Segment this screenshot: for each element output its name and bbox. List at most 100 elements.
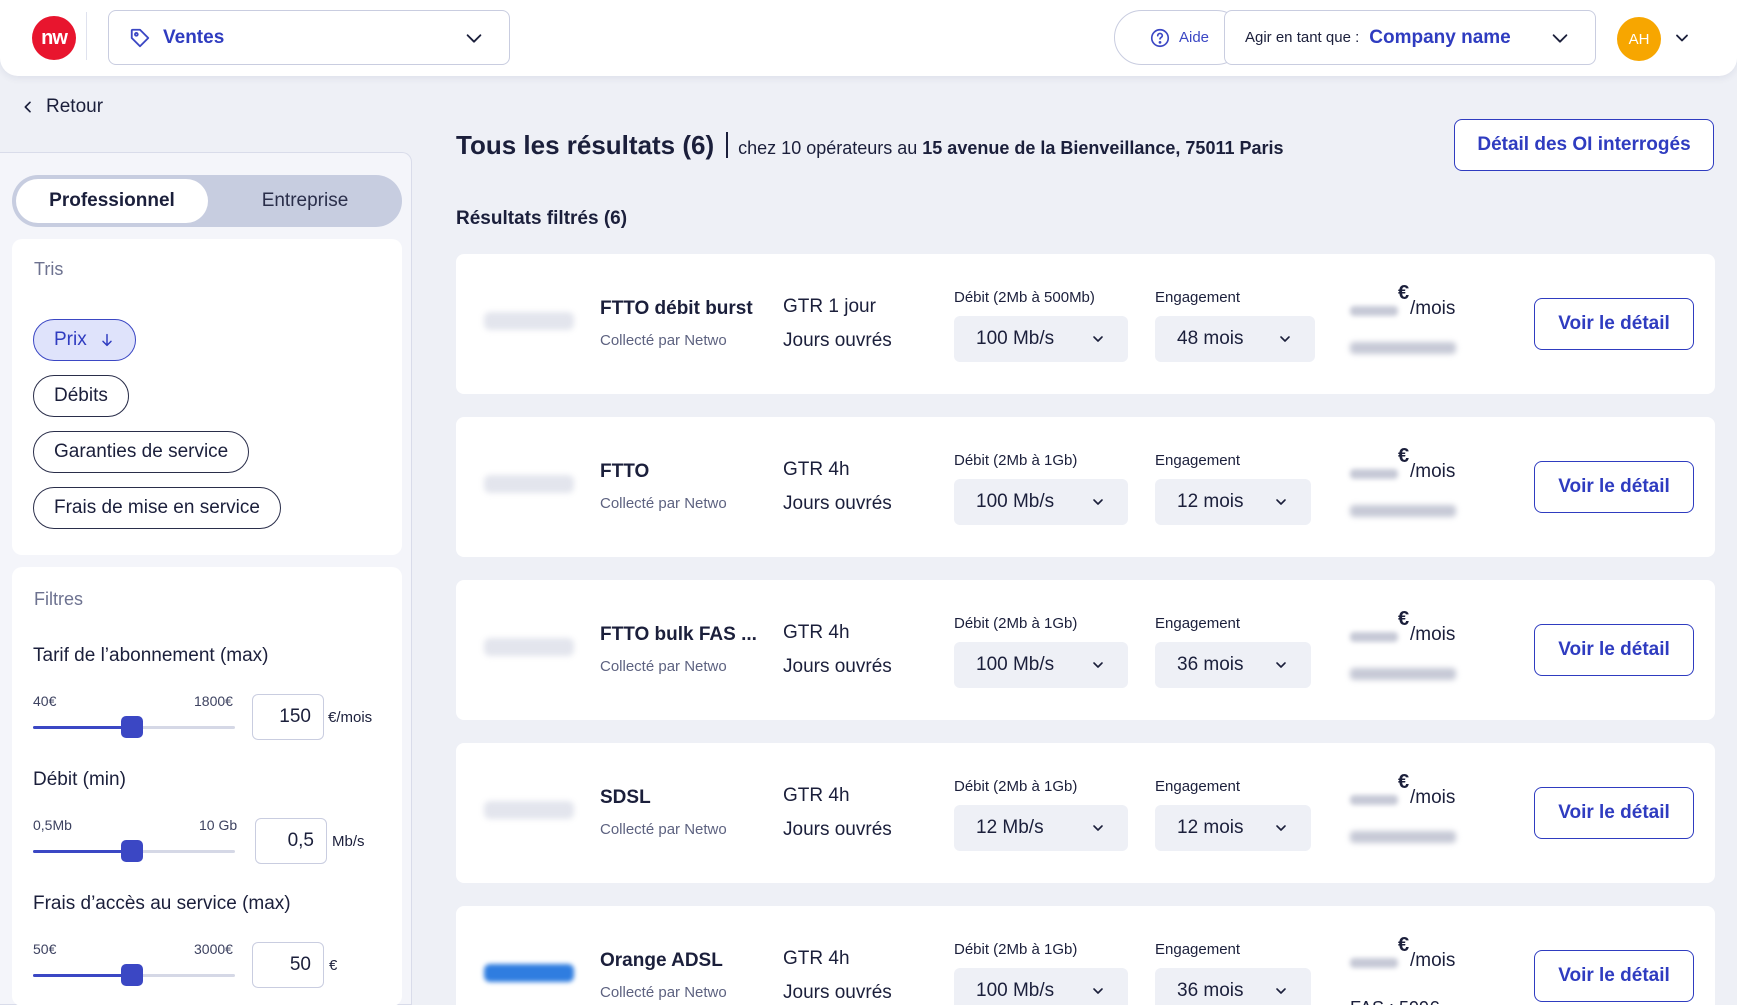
offer-card: FTTO débit burst Collecté par Netwo GTR 1 … bbox=[456, 254, 1715, 394]
view-detail-button[interactable]: Voir le détail bbox=[1534, 787, 1694, 839]
offer-working-days: Jours ouvrés bbox=[783, 982, 892, 1003]
price-period: /mois bbox=[1410, 298, 1456, 319]
debit-select[interactable]: 100 Mb/s bbox=[954, 316, 1128, 362]
price-value-blurred bbox=[1350, 958, 1398, 968]
view-detail-button[interactable]: Voir le détail bbox=[1534, 298, 1694, 350]
act-as-select[interactable]: Agir en tant que : Company name bbox=[1224, 10, 1596, 65]
debit-select-label: Débit (2Mb à 500Mb) bbox=[954, 289, 1095, 306]
offer-gtr: GTR 1 jour bbox=[783, 296, 876, 317]
debit-select-value: 100 Mb/s bbox=[976, 654, 1055, 675]
engagement-select-label: Engagement bbox=[1155, 941, 1241, 958]
debit-select-label: Débit (2Mb à 1Gb) bbox=[954, 615, 1078, 632]
chevron-down-icon bbox=[1276, 662, 1286, 668]
debit-select-value: 100 Mb/s bbox=[976, 328, 1055, 349]
price-value-blurred bbox=[1350, 795, 1398, 805]
price-period: /mois bbox=[1410, 950, 1456, 971]
sort-guarantees-pill[interactable]: Garanties de service bbox=[33, 431, 250, 473]
price-currency: € bbox=[1398, 771, 1410, 793]
debit-select[interactable]: 100 Mb/s bbox=[954, 642, 1128, 688]
client-type-toggle: Professionnel Entreprise bbox=[12, 175, 402, 227]
engagement-select[interactable]: 12 mois bbox=[1155, 805, 1311, 851]
offer-gtr: GTR 4h bbox=[783, 459, 850, 480]
sort-setup-fees-pill[interactable]: Frais de mise en service bbox=[33, 487, 281, 529]
title-separator bbox=[726, 132, 729, 158]
view-detail-button[interactable]: Voir le détail bbox=[1534, 461, 1694, 513]
back-link[interactable]: Retour bbox=[20, 96, 103, 118]
chevron-down-icon[interactable] bbox=[1672, 28, 1692, 48]
price-value-blurred bbox=[1350, 469, 1398, 479]
results-heading: Tous les résultats (6) chez 10 opérateur… bbox=[456, 128, 1284, 161]
header-divider bbox=[86, 12, 87, 60]
user-avatar[interactable]: AH bbox=[1617, 17, 1661, 61]
engagement-select-label: Engagement bbox=[1155, 615, 1241, 632]
help-circle-icon bbox=[1150, 28, 1170, 47]
price-period: /mois bbox=[1410, 461, 1456, 482]
offer-source: Collecté par Netwo bbox=[600, 984, 727, 1001]
engagement-select[interactable]: 36 mois bbox=[1155, 642, 1311, 688]
filter-access-fee-input[interactable]: 50 bbox=[252, 942, 324, 988]
chevron-down-icon bbox=[1276, 825, 1286, 831]
offer-source: Collecté par Netwo bbox=[600, 658, 727, 675]
offer-source: Collecté par Netwo bbox=[600, 495, 727, 512]
setup-fee-blurred bbox=[1350, 668, 1456, 680]
slider-fill bbox=[33, 726, 132, 729]
segment-entreprise[interactable]: Entreprise bbox=[212, 179, 398, 223]
filter-debit-input[interactable]: 0,5 bbox=[255, 818, 327, 864]
engagement-select-label: Engagement bbox=[1155, 778, 1241, 795]
filter-price-min: 40€ bbox=[33, 693, 57, 709]
filter-price-max: 1800€ bbox=[194, 693, 233, 709]
engagement-select[interactable]: 48 mois bbox=[1155, 316, 1315, 362]
sort-panel: Tris Prix Débits Garanties de service Fr… bbox=[12, 239, 402, 555]
filter-panel: Filtres Tarif de l’abonnement (max) 40€ … bbox=[12, 567, 402, 1005]
debit-select-value: 100 Mb/s bbox=[976, 980, 1055, 1001]
engagement-select[interactable]: 36 mois bbox=[1155, 968, 1311, 1005]
setup-fee-text: FAS : 599€ bbox=[1350, 998, 1439, 1005]
oi-detail-button[interactable]: Détail des OI interrogés bbox=[1454, 119, 1714, 171]
offer-name: FTTO bulk FAS ... bbox=[600, 624, 757, 645]
filter-debit-unit: Mb/s bbox=[332, 833, 365, 850]
offer-gtr: GTR 4h bbox=[783, 948, 850, 969]
chevron-down-icon bbox=[1093, 662, 1103, 668]
operator-logo bbox=[484, 312, 574, 330]
chevron-left-icon bbox=[24, 101, 31, 113]
debit-select[interactable]: 100 Mb/s bbox=[954, 968, 1128, 1005]
segment-professionnel[interactable]: Professionnel bbox=[16, 179, 208, 223]
sort-debits-pill[interactable]: Débits bbox=[33, 375, 129, 417]
engagement-select-label: Engagement bbox=[1155, 289, 1241, 306]
sort-price-pill[interactable]: Prix bbox=[33, 319, 136, 361]
filter-price-input[interactable]: 150 bbox=[252, 694, 324, 740]
offer-name: Orange ADSL bbox=[600, 950, 723, 971]
filter-debit-slider-thumb[interactable] bbox=[120, 840, 143, 862]
arrow-down-icon bbox=[102, 333, 112, 347]
module-select[interactable]: Ventes bbox=[108, 10, 510, 65]
filtered-results-title: Résultats filtrés (6) bbox=[456, 208, 628, 229]
setup-fee-blurred bbox=[1350, 505, 1456, 517]
engagement-select-value: 36 mois bbox=[1177, 980, 1244, 1001]
engagement-select[interactable]: 12 mois bbox=[1155, 479, 1311, 525]
operator-logo bbox=[484, 964, 574, 982]
debit-select[interactable]: 100 Mb/s bbox=[954, 479, 1128, 525]
filter-price-slider-thumb[interactable] bbox=[120, 716, 143, 738]
netwo-logo[interactable]: nw bbox=[32, 16, 76, 60]
filter-panel-title: Filtres bbox=[34, 589, 83, 609]
act-as-label: Agir en tant que : bbox=[1245, 29, 1360, 46]
chevron-down-icon bbox=[466, 34, 482, 43]
filter-price-label: Tarif de l’abonnement (max) bbox=[33, 645, 269, 666]
filter-sidebar: Professionnel Entreprise Tris Prix Débit… bbox=[0, 152, 412, 1005]
tag-icon bbox=[130, 28, 150, 47]
view-detail-button[interactable]: Voir le détail bbox=[1534, 950, 1694, 1002]
offer-card: Orange ADSL Collecté par Netwo GTR 4h Jours… bbox=[456, 906, 1715, 1005]
chevron-down-icon bbox=[1276, 988, 1286, 994]
page-title: Tous les résultats (6) bbox=[456, 130, 715, 160]
offer-working-days: Jours ouvrés bbox=[783, 819, 892, 840]
price-currency: € bbox=[1398, 282, 1410, 304]
filter-access-fee-slider-thumb[interactable] bbox=[120, 964, 143, 986]
filter-debit-label: Débit (min) bbox=[33, 769, 126, 790]
price-value-blurred bbox=[1350, 632, 1398, 642]
view-detail-button[interactable]: Voir le détail bbox=[1534, 624, 1694, 676]
slider-fill bbox=[33, 974, 132, 977]
debit-select-label: Débit (2Mb à 1Gb) bbox=[954, 941, 1078, 958]
debit-select[interactable]: 12 Mb/s bbox=[954, 805, 1128, 851]
engagement-select-label: Engagement bbox=[1155, 452, 1241, 469]
filter-price-unit: €/mois bbox=[328, 709, 373, 726]
